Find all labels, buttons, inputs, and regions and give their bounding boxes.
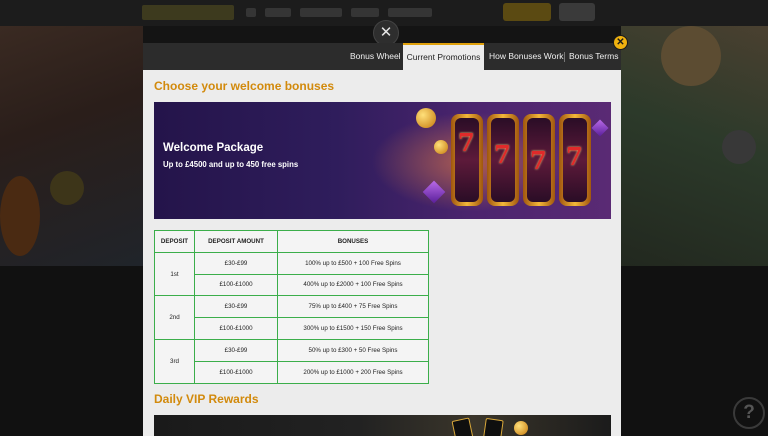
seven-symbol-icon: 7 (494, 140, 511, 169)
background-logo (142, 5, 234, 20)
background-nav-item (300, 8, 342, 17)
bonus-cell: 400% up to £2000 + 100 Free Spins (277, 273, 429, 297)
seven-symbol-icon: 7 (530, 146, 547, 175)
close-icon: ✕ (379, 24, 393, 41)
card-image (451, 417, 475, 436)
tab-bonus-wheel[interactable]: Bonus Wheel (350, 43, 401, 70)
background-decoration (0, 176, 40, 256)
close-icon: ✕ (616, 37, 625, 48)
tab-how-bonuses-work[interactable]: How Bonuses Work (489, 43, 563, 70)
background-nav-item (351, 8, 379, 17)
amount-cell: £100-£1000 (194, 317, 278, 340)
background-slider-arrow (722, 130, 756, 164)
background-register-button (559, 3, 595, 21)
background-nav-item (265, 8, 291, 17)
coin-icon (434, 140, 448, 154)
column-header-deposit-amount: DEPOSIT AMOUNT (194, 230, 278, 253)
welcome-bonuses-title: Choose your welcome bonuses (154, 79, 335, 93)
background-hero-right (621, 26, 768, 266)
tab-divider (564, 52, 565, 62)
amount-cell: £30-£99 (194, 338, 278, 362)
background-login-button (503, 3, 551, 21)
background-nav-item (388, 8, 432, 17)
amount-cell: £100-£1000 (194, 273, 278, 297)
background-person (661, 26, 721, 86)
help-icon[interactable]: ? (733, 397, 765, 429)
seven-symbol-icon: 7 (458, 128, 475, 157)
bonus-cell: 200% up to £1000 + 200 Free Spins (277, 360, 429, 384)
deposit-cell: 2nd (154, 295, 195, 340)
table-row: £100-£1000 200% up to £1000 + 200 Free S… (155, 360, 429, 384)
tab-bonus-terms[interactable]: Bonus Terms (569, 43, 618, 70)
background-slider-arrow (50, 171, 84, 205)
table-row: £100-£1000 300% up to £1500 + 150 Free S… (155, 317, 429, 340)
deposit-cell: 3rd (154, 338, 195, 384)
bonus-cell: 75% up to £400 + 75 Free Spins (277, 295, 429, 319)
amount-cell: £30-£99 (194, 295, 278, 319)
close-modal-button[interactable]: ✕ (613, 35, 628, 50)
gem-icon (591, 119, 609, 137)
table-row: 3rd £30-£99 50% up to £300 + 50 Free Spi… (154, 338, 429, 384)
modal-tab-bar: Bonus Wheel Current Promotions How Bonus… (143, 43, 621, 70)
bonus-cell: 100% up to £500 + 100 Free Spins (277, 251, 429, 275)
welcome-bonus-table: DEPOSIT DEPOSIT AMOUNT BONUSES 1st £30-£… (154, 230, 429, 384)
seven-symbol-icon: 7 (566, 142, 583, 171)
amount-cell: £30-£99 (194, 251, 278, 275)
table-header-row: DEPOSIT DEPOSIT AMOUNT BONUSES (154, 230, 429, 253)
tab-current-promotions[interactable]: Current Promotions (403, 43, 484, 70)
deposit-cell: 1st (154, 251, 195, 297)
welcome-package-banner[interactable]: 7 7 7 7 Welcome Package Up to £4500 and … (154, 102, 611, 219)
banner-subtitle: Up to £4500 and up to 450 free spins (163, 160, 299, 169)
column-header-bonuses: BONUSES (277, 230, 429, 253)
table-row: 2nd £30-£99 75% up to £400 + 75 Free Spi… (154, 295, 429, 340)
vip-rewards-banner[interactable] (154, 415, 611, 436)
table-row: £100-£1000 400% up to £2000 + 100 Free S… (155, 273, 429, 297)
bonus-cell: 300% up to £1500 + 150 Free Spins (277, 317, 429, 340)
promotions-modal: Bonus Wheel Current Promotions How Bonus… (143, 43, 621, 436)
coin-icon (514, 421, 528, 435)
card-image (482, 417, 504, 436)
background-hero-left (0, 26, 143, 266)
table-row: 1st £30-£99 100% up to £500 + 100 Free S… (154, 251, 429, 297)
coin-icon (416, 108, 436, 128)
amount-cell: £100-£1000 (194, 360, 278, 384)
column-header-deposit: DEPOSIT (154, 230, 195, 253)
background-nav-home (246, 8, 256, 17)
bonus-cell: 50% up to £300 + 50 Free Spins (277, 338, 429, 362)
daily-vip-rewards-title: Daily VIP Rewards (154, 392, 259, 406)
banner-title: Welcome Package (163, 142, 264, 154)
